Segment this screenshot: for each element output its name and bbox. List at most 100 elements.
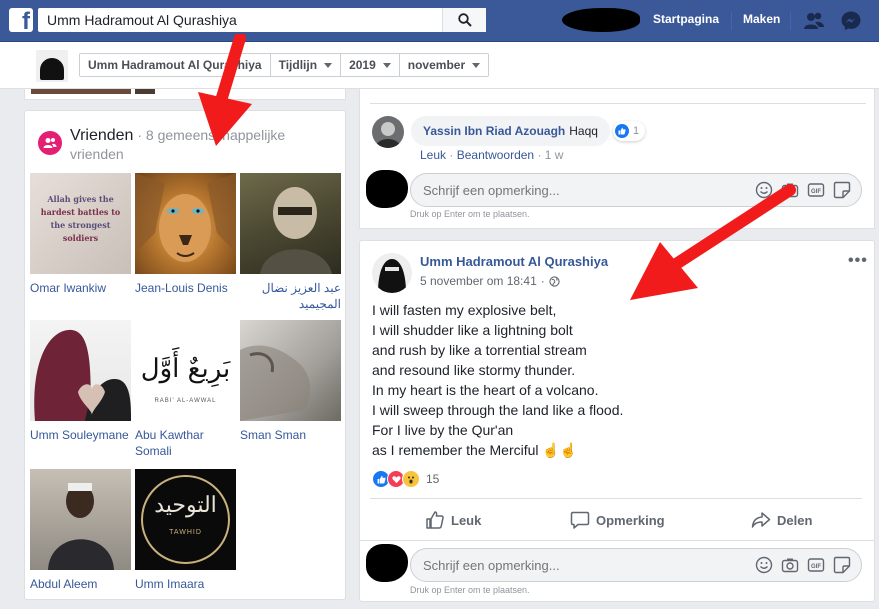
post-author-avatar[interactable] [372,253,412,293]
globe-icon[interactable] [549,275,560,287]
breadcrumb-timeline-label: Tijdlijn [278,58,318,72]
post-options-button[interactable]: ••• [848,252,868,270]
friend-tile[interactable]: Abdul Aleem [30,469,131,592]
thumbs-up-icon [426,511,444,529]
man-photo-image [48,483,114,570]
sticker-icon[interactable] [833,181,851,199]
wow-reaction-icon [402,470,420,488]
hand-image [240,345,311,421]
nav-home-link[interactable]: Startpagina [653,12,719,26]
friend-photo[interactable]: التوحيد TAWHID [135,469,236,570]
friend-photo[interactable] [30,320,131,421]
dot-separator: · [449,148,457,162]
friend-name[interactable]: عبد العزيز نضال المجيميد [240,280,341,312]
composer-hint: Druk op Enter om te plaatsen. [410,209,530,219]
friend-name[interactable]: Jean-Louis Denis [135,280,236,296]
friend-name[interactable]: Omar Iwankiw [30,280,131,296]
friends-title[interactable]: Vrienden [70,127,133,144]
friend-tile[interactable]: بَرِيعٌ أَوَّل RABI' AL-AWWAL Abu Kawtha… [135,320,236,459]
quote-line: soldiers [62,233,99,243]
emoji-icon[interactable] [755,556,773,574]
tawheed-caption: TAWHID [169,529,202,536]
chevron-down-icon [472,62,481,68]
friend-tile[interactable]: Umm Souleymane [30,320,131,443]
friend-tile[interactable]: التوحيد TAWHID Umm Imaara [135,469,236,592]
comment-bubble: Yassin Ibn Riad Azouagh Haqq [411,116,610,146]
post-author-link[interactable]: Umm Hadramout Al Qurashiya [420,254,608,269]
camera-icon[interactable] [781,556,799,574]
search-input[interactable] [38,9,438,31]
like-button-label: Leuk [451,512,482,528]
nav-divider [731,12,732,30]
friend-tile[interactable]: Allah gives the hardest battles to the s… [30,173,131,296]
divider [360,540,874,541]
calligraphy-text: بَرِيعٌ أَوَّل [140,354,231,384]
like-button[interactable]: Leuk [425,508,481,532]
divider [370,498,862,499]
commenter-avatar[interactable] [372,116,404,148]
friend-photo[interactable] [30,469,131,570]
comment-reply-link[interactable]: Beantwoorden [457,148,534,162]
profile-avatar[interactable] [36,50,68,82]
friend-name[interactable]: Umm Imaara [135,576,236,592]
breadcrumb-month-dropdown[interactable]: november [399,54,489,76]
comment-like-link[interactable]: Leuk [420,148,446,162]
speech-bubble-icon [570,511,590,529]
comment-timestamp[interactable]: 1 w [545,148,564,162]
friend-photo[interactable]: Allah gives the hardest battles to the s… [30,173,131,274]
friend-tile[interactable]: عبد العزيز نضال المجيميد [240,173,341,312]
divider [370,103,866,104]
composer-icons: GIF [755,556,851,574]
reaction-summary[interactable]: 15 [372,470,439,488]
quote-line: the strongest [50,220,111,230]
friend-photo[interactable] [135,173,236,274]
friend-name[interactable]: Abdul Aleem [30,576,131,592]
breadcrumb-year-label: 2019 [349,58,376,72]
friend-tile[interactable]: Sman Sman [240,320,341,443]
share-arrow-icon [751,512,771,528]
masked-man-image [260,187,332,274]
friends-icon [38,131,62,155]
nav-create-link[interactable]: Maken [743,12,780,26]
post-line: In my heart is the heart of a volcano. [372,382,599,398]
friend-name[interactable]: Umm Souleymane [30,427,131,443]
facebook-logo[interactable]: f [9,8,33,35]
post-timestamp[interactable]: 5 november om 18:41 [420,274,537,288]
thumbs-up-icon [615,124,629,138]
friend-photo[interactable] [240,320,341,421]
breadcrumb-year-dropdown[interactable]: 2019 [341,54,400,76]
redacted-profile-name [562,8,640,32]
sticker-icon[interactable] [833,556,851,574]
breadcrumb-month-label: november [407,58,466,72]
friend-tile[interactable]: Jean-Louis Denis [135,173,236,296]
photo-thumbnail[interactable] [135,89,155,94]
timeline-breadcrumb: Umm Hadramout Al Qurashiya Tijdlijn 2019… [79,53,490,77]
search-icon [457,13,472,27]
friend-requests-icon[interactable] [803,10,825,32]
share-button[interactable]: Delen [751,508,812,532]
gif-icon[interactable]: GIF [807,181,825,199]
facebook-logo-letter: f [22,8,30,35]
comment-text: Haqq [569,124,598,138]
quote-line: hardest battles to [40,207,121,217]
friend-photo-quote: Allah gives the hardest battles to the s… [34,193,127,245]
comment-composer: GIF [410,548,862,582]
comment-author-link[interactable]: Yassin Ibn Riad Azouagh [423,124,565,138]
comment-input[interactable] [411,549,711,581]
composer-hint: Druk op Enter om te plaatsen. [410,585,530,595]
dot-separator: · [540,274,545,288]
gif-icon[interactable]: GIF [807,556,825,574]
veiled-women-image [34,329,131,421]
search-button[interactable] [442,8,486,32]
messenger-icon[interactable] [840,10,862,32]
friend-photo[interactable]: بَرِيعٌ أَوَّل RABI' AL-AWWAL [135,320,236,421]
friend-name[interactable]: Sman Sman [240,427,341,443]
reaction-count: 15 [426,472,440,486]
friend-name[interactable]: Abu Kawthar Somali [135,427,236,459]
comment-button[interactable]: Opmerking [570,508,665,532]
friend-photo[interactable] [240,173,341,274]
comment-button-label: Opmerking [596,512,665,528]
breadcrumb-timeline-dropdown[interactable]: Tijdlijn [270,54,342,76]
dot-separator: · [537,148,545,162]
comment-reaction-badge[interactable]: 1 [613,121,646,141]
